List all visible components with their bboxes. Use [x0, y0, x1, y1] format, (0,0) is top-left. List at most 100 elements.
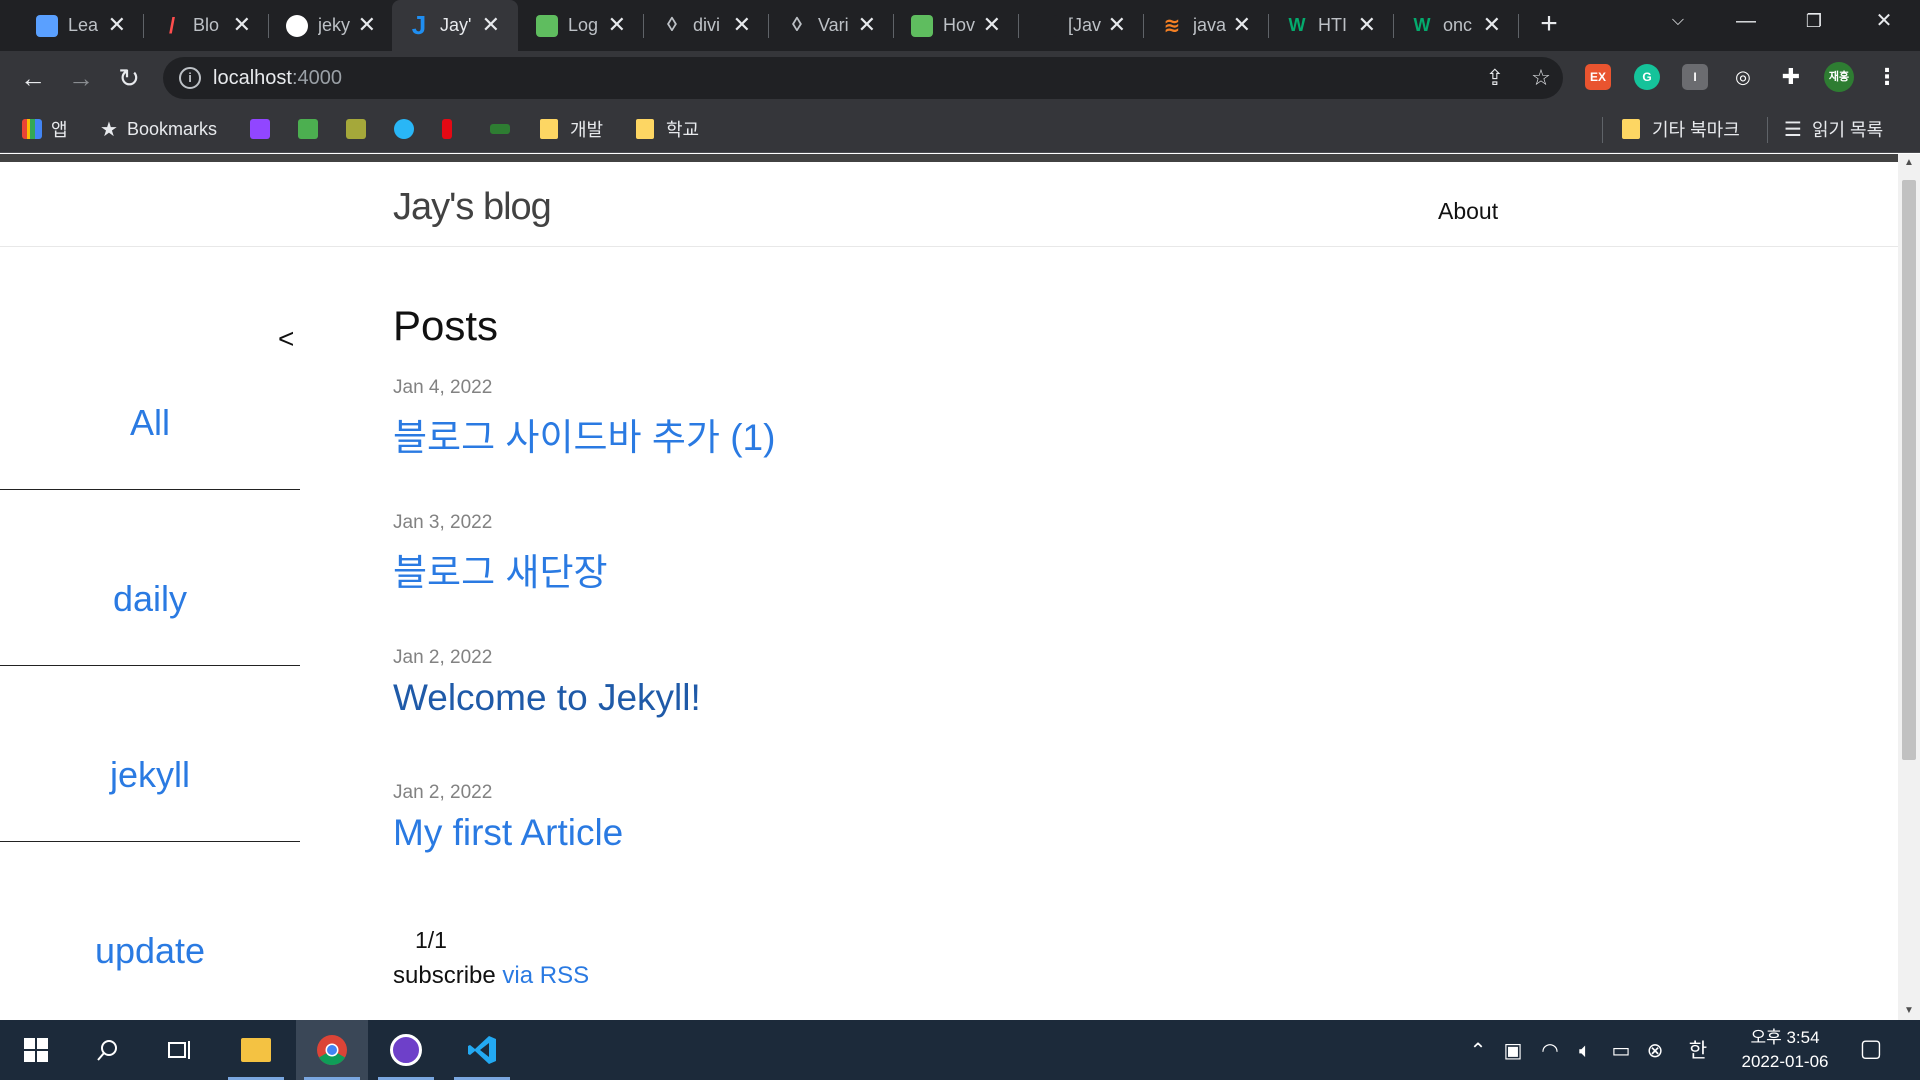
close-icon[interactable]: ✕	[1108, 12, 1126, 38]
close-window-icon[interactable]: ✕	[1850, 0, 1918, 44]
close-icon[interactable]: ✕	[733, 12, 751, 38]
browser-tab[interactable]: W HTI ✕	[1270, 0, 1394, 51]
taskbar-file-explorer[interactable]	[220, 1020, 292, 1080]
meet-icon[interactable]: ▣	[1500, 1038, 1526, 1064]
close-icon[interactable]: ✕	[108, 12, 126, 38]
wifi-icon[interactable]: ◠	[1537, 1038, 1563, 1064]
site-top-border	[0, 154, 1898, 162]
address-bar[interactable]: i localhost:4000 ⇪ ☆	[163, 57, 1563, 99]
extension-icon[interactable]: ◎	[1730, 64, 1756, 90]
bookmark-folder-dev[interactable]: 개발	[540, 117, 603, 141]
taskbar-github-desktop[interactable]	[370, 1020, 442, 1080]
close-icon[interactable]: ✕	[482, 12, 500, 38]
windows-taskbar: ⌃ ▣ ◠ 🔈︎ ▭ ⊗ 한 오후 3:54 2022-01-06 ▢	[0, 1020, 1920, 1080]
tab-search-icon[interactable]: ⌵	[1644, 0, 1712, 44]
back-icon[interactable]: ←	[18, 63, 48, 93]
reload-icon[interactable]: ↻	[114, 63, 144, 93]
url-text[interactable]: localhost:4000	[213, 67, 342, 90]
browser-tab-strip: Lea ✕ / Blo ✕ jeky ✕ J Jay' ✕ Log ✕ ◊ di…	[0, 0, 1920, 51]
browser-tab-active[interactable]: J Jay' ✕	[392, 0, 518, 51]
restore-icon[interactable]: ❐	[1780, 0, 1848, 44]
sidebar-item-update[interactable]: update	[0, 842, 300, 1018]
sidebar-item-jekyll[interactable]: jekyll	[0, 666, 300, 842]
close-icon[interactable]: ✕	[1358, 12, 1376, 38]
ime-indicator[interactable]: 한	[1685, 1038, 1711, 1064]
browser-tab[interactable]: Lea ✕	[20, 0, 144, 51]
taskbar-vscode[interactable]	[446, 1020, 518, 1080]
windows-icon	[24, 1038, 48, 1062]
close-icon[interactable]: ✕	[858, 12, 876, 38]
bookmark-folder-school[interactable]: 학교	[636, 117, 699, 141]
browser-tab[interactable]: jeky ✕	[270, 0, 394, 51]
folder-icon	[636, 119, 654, 139]
avatar[interactable]: 재홍	[1824, 62, 1854, 92]
bookmarks-folder[interactable]: ★ Bookmarks	[100, 117, 217, 141]
other-bookmarks[interactable]: 기타 북마크	[1622, 117, 1740, 141]
chevron-up-icon[interactable]: ⌃	[1465, 1038, 1491, 1064]
nav-about-link[interactable]: About	[1438, 198, 1498, 225]
more-icon[interactable]: ⋮	[1874, 64, 1900, 90]
tab-title: Blo	[193, 15, 220, 35]
bookmark-item[interactable]	[490, 117, 519, 141]
close-icon[interactable]: ✕	[1233, 12, 1251, 38]
browser-tab[interactable]: ◊ divi ✕	[645, 0, 769, 51]
share-icon[interactable]: ⇪	[1483, 66, 1507, 90]
browser-tab[interactable]: Hov ✕	[895, 0, 1019, 51]
apps-shortcut[interactable]: 앱	[22, 117, 68, 141]
browser-tab[interactable]: ◊ Vari ✕	[770, 0, 894, 51]
extension-icon[interactable]: I	[1682, 64, 1708, 90]
bookmark-item[interactable]	[346, 117, 375, 141]
new-tab-icon[interactable]: +	[1532, 8, 1566, 42]
close-icon[interactable]: ✕	[233, 12, 251, 38]
browser-tab[interactable]: W onc ✕	[1395, 0, 1519, 51]
puzzle-icon[interactable]: ✚	[1778, 64, 1804, 90]
browser-tab[interactable]: / Blo ✕	[145, 0, 269, 51]
post-link[interactable]: Welcome to Jekyll!	[393, 677, 701, 719]
page-scrollbar[interactable]: ▲ ▼	[1898, 154, 1920, 1020]
site-title-link[interactable]: Jay's blog	[393, 186, 552, 229]
post-link[interactable]: My first Article	[393, 812, 623, 854]
scrollbar-thumb[interactable]	[1902, 180, 1916, 760]
post-link[interactable]: 블로그 사이드바 추가 (1)	[393, 407, 775, 461]
search-icon	[97, 1040, 117, 1061]
close-icon[interactable]: ✕	[608, 12, 626, 38]
tab-favicon-icon	[1036, 14, 1058, 37]
list-item: Jan 3, 2022 블로그 새단장	[393, 512, 608, 596]
tab-title: Jay'	[440, 15, 472, 35]
browser-tab[interactable]: ≋ java ✕	[1145, 0, 1269, 51]
scroll-down-icon[interactable]: ▼	[1898, 1002, 1920, 1020]
bookmarks-bar: 앱 ★ Bookmarks 개발 학교 기타 북마크 ☰ 읽기 목록	[0, 105, 1920, 153]
site-info-icon[interactable]: i	[179, 67, 201, 89]
start-button[interactable]	[0, 1020, 72, 1080]
search-button[interactable]	[72, 1020, 144, 1080]
bookmark-item[interactable]	[394, 117, 423, 141]
grammarly-icon[interactable]: G	[1634, 64, 1660, 90]
bookmark-item[interactable]	[442, 117, 461, 141]
error-icon[interactable]: ⊗	[1642, 1038, 1668, 1064]
browser-tab[interactable]: Log ✕	[520, 0, 644, 51]
notification-icon[interactable]: ▢	[1858, 1036, 1884, 1062]
reading-list[interactable]: ☰ 읽기 목록	[1784, 117, 1883, 141]
close-icon[interactable]: ✕	[358, 12, 376, 38]
post-link[interactable]: 블로그 새단장	[393, 542, 608, 596]
bookmark-favicon-icon	[298, 119, 318, 139]
post-date: Jan 2, 2022	[393, 782, 493, 803]
bookmark-item[interactable]	[298, 117, 327, 141]
close-icon[interactable]: ✕	[983, 12, 1001, 38]
sidebar-item-all[interactable]: All	[0, 314, 300, 490]
bookmark-item[interactable]	[250, 117, 279, 141]
scroll-up-icon[interactable]: ▲	[1898, 154, 1920, 172]
close-icon[interactable]: ✕	[1483, 12, 1501, 38]
bookmark-star-icon[interactable]: ☆	[1529, 66, 1553, 90]
taskbar-chrome[interactable]	[296, 1020, 368, 1080]
task-view-button[interactable]	[144, 1020, 216, 1080]
forward-icon[interactable]: →	[66, 63, 96, 93]
rss-link[interactable]: via RSS	[502, 962, 589, 989]
sidebar-item-daily[interactable]: daily	[0, 490, 300, 666]
extension-icon[interactable]: EX	[1585, 64, 1611, 90]
battery-icon[interactable]: ▭	[1608, 1038, 1634, 1064]
minimize-icon[interactable]: —	[1712, 0, 1780, 44]
browser-tab[interactable]: [Jav ✕	[1020, 0, 1144, 51]
volume-icon[interactable]: 🔈︎	[1572, 1038, 1598, 1064]
clock[interactable]: 오후 3:54 2022-01-06	[1730, 1026, 1840, 1074]
